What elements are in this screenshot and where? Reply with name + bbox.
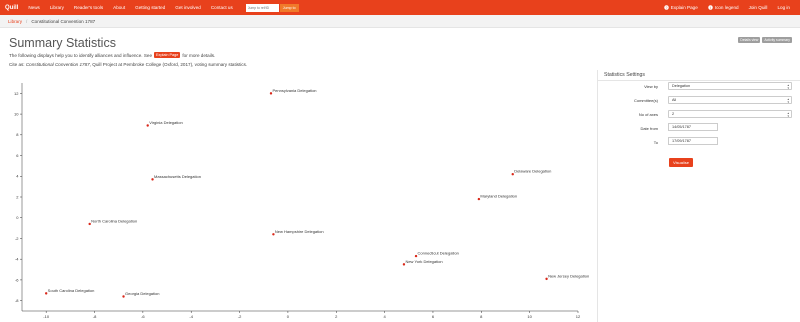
y-tick-label: -8 xyxy=(15,298,19,303)
description-text-after: for more details. xyxy=(182,52,216,58)
nav-contact-us[interactable]: Contact us xyxy=(211,5,233,10)
data-point-label: South Carolina Delegation xyxy=(48,288,95,293)
select-arrows-icon: ▴ ▾ xyxy=(787,96,789,104)
details-view-button[interactable]: Details view xyxy=(738,37,761,43)
committees-label: Committee(s) xyxy=(633,98,658,103)
breadcrumb-current: Constitutional Convention 1787 xyxy=(31,18,96,24)
date-to-value: 17/09/1787 xyxy=(672,139,692,143)
y-tick-label: 8 xyxy=(16,132,19,137)
nav-get-involved[interactable]: Get involved xyxy=(175,5,201,10)
date-from-value: 14/05/1787 xyxy=(672,125,692,129)
explain-page-inline-button[interactable]: Explain Page xyxy=(154,52,181,58)
nav-log-in[interactable]: Log in xyxy=(777,5,790,10)
view-by-label: View by xyxy=(644,84,658,89)
y-tick-label: 2 xyxy=(16,194,19,199)
x-tick-label: 0 xyxy=(287,314,290,319)
nav-about[interactable]: About xyxy=(113,5,125,10)
page-description: The following displays help you to ident… xyxy=(9,52,215,58)
breadcrumb-separator: / xyxy=(26,18,28,24)
settings-divider xyxy=(598,80,800,81)
data-point-label: Pennsylvania Delegation xyxy=(272,88,316,93)
axes-value: 2 xyxy=(672,112,675,116)
committees-select[interactable]: All ▴ ▾ xyxy=(668,96,792,104)
x-tick-label: 4 xyxy=(383,314,386,319)
cite-prefix: Cite as: xyxy=(9,62,25,67)
axes-select[interactable]: 2 ▴ ▾ xyxy=(668,110,792,118)
data-point-label: Georgia Delegation xyxy=(125,291,159,296)
x-tick-label: 8 xyxy=(480,314,483,319)
data-point-label: New Jersey Delegation xyxy=(548,273,589,278)
breadcrumb-library[interactable]: Library xyxy=(8,19,22,24)
question-circle-icon: ? xyxy=(663,5,669,10)
data-point-label: Massachusetts Delegation xyxy=(154,174,201,179)
x-tick-label: -4 xyxy=(189,314,193,319)
y-tick-group: -8 -6 -4 -2 0 2 4 6 8 10 12 xyxy=(14,91,22,303)
scatter-chart: -10 -8 -6 -4 -2 0 2 4 6 8 10 12 -8 -6 -4 -2 0 2 4 6 8 10 12 P… xyxy=(14,83,589,319)
y-tick-label: 6 xyxy=(16,153,19,158)
y-tick-label: -2 xyxy=(15,236,19,241)
date-to-label: To xyxy=(653,140,658,145)
select-arrows-icon: ▴ ▾ xyxy=(787,82,789,90)
nav-readers-tools[interactable]: Reader's tools xyxy=(74,5,103,10)
y-tick-label: 12 xyxy=(14,91,19,96)
cite-title: Constitutional Convention 1787 xyxy=(25,62,90,67)
date-from-label: Date from xyxy=(640,126,658,131)
settings-heading: Statistics Settings xyxy=(604,72,645,78)
statistics-settings-panel: Statistics Settings View by Delegation ▴… xyxy=(597,70,800,322)
top-navbar: Quill News Library Reader's tools About … xyxy=(0,0,800,15)
svg-text:?: ? xyxy=(665,6,667,10)
y-tick-label: -4 xyxy=(15,257,19,262)
x-tick-label: 10 xyxy=(527,314,532,319)
page-title: Summary Statistics xyxy=(9,36,116,50)
view-by-select[interactable]: Delegation ▴ ▾ xyxy=(668,82,792,90)
nav-join-quill[interactable]: Join Quill xyxy=(749,5,768,10)
x-tick-label: 6 xyxy=(432,314,435,319)
y-tick-label: -6 xyxy=(15,277,19,282)
y-tick-label: 10 xyxy=(14,111,19,116)
view-toggle-buttons: Details view Activity summary xyxy=(736,37,792,43)
description-text: The following displays help you to ident… xyxy=(9,52,153,58)
explain-page-label: Explain Page xyxy=(670,5,698,10)
view-by-value: Delegation xyxy=(672,84,691,88)
citation: Cite as: Constitutional Convention 1787,… xyxy=(9,62,247,67)
data-point-label: New York Delegation xyxy=(405,259,442,264)
data-point-label: Connecticut Delegation xyxy=(418,251,459,256)
data-point-label: Maryland Delegation xyxy=(480,194,517,199)
nav-right: ? Explain Page i Icon legend Join Quill … xyxy=(663,5,800,10)
point-group: Pennsylvania Delegation Virginia Delegati… xyxy=(44,88,589,298)
nav-library[interactable]: Library xyxy=(50,5,64,10)
x-tick-label: -10 xyxy=(43,314,50,319)
y-tick-label: 4 xyxy=(16,174,19,179)
nav-getting-started[interactable]: Getting started xyxy=(135,5,165,10)
visualise-button[interactable]: Visualise xyxy=(669,158,693,167)
x-tick-label: -2 xyxy=(238,314,242,319)
date-to-input[interactable]: 17/09/1787 xyxy=(668,137,718,145)
data-point-label: North Carolina Delegation xyxy=(91,218,137,223)
axes-label: No of axes xyxy=(638,112,658,117)
committees-value: All xyxy=(672,98,677,102)
x-tick-group: -10 -8 -6 -4 -2 0 2 4 6 8 10 12 xyxy=(43,311,581,319)
data-point-label: Delaware Delegation xyxy=(514,169,551,174)
breadcrumb: Library / Constitutional Convention 1787 xyxy=(0,15,800,28)
cite-rest: , Quill Project at Pembroke College (Oxf… xyxy=(89,62,248,67)
nav-icon-legend[interactable]: i Icon legend xyxy=(708,5,739,10)
x-tick-label: -6 xyxy=(141,314,145,319)
brand-logo[interactable]: Quill xyxy=(5,5,18,11)
data-point-label: New Hampshire Delegation xyxy=(275,229,324,234)
icon-legend-label: Icon legend xyxy=(714,5,739,10)
nav-explain-page[interactable]: ? Explain Page xyxy=(663,5,698,10)
x-tick-label: -8 xyxy=(93,314,97,319)
nav-news[interactable]: News xyxy=(28,5,40,10)
info-circle-icon: i xyxy=(708,5,713,10)
jump-to-button[interactable]: Jump to xyxy=(279,3,299,12)
select-arrows-icon: ▴ ▾ xyxy=(787,110,789,118)
jump-to-input[interactable] xyxy=(245,3,279,12)
y-tick-label: 0 xyxy=(16,215,19,220)
x-tick-label: 12 xyxy=(576,314,581,319)
data-point-label: Virginia Delegation xyxy=(149,120,183,125)
x-tick-label: 2 xyxy=(335,314,338,319)
activity-summary-button[interactable]: Activity summary xyxy=(762,37,792,43)
date-from-input[interactable]: 14/05/1787 xyxy=(668,123,718,131)
